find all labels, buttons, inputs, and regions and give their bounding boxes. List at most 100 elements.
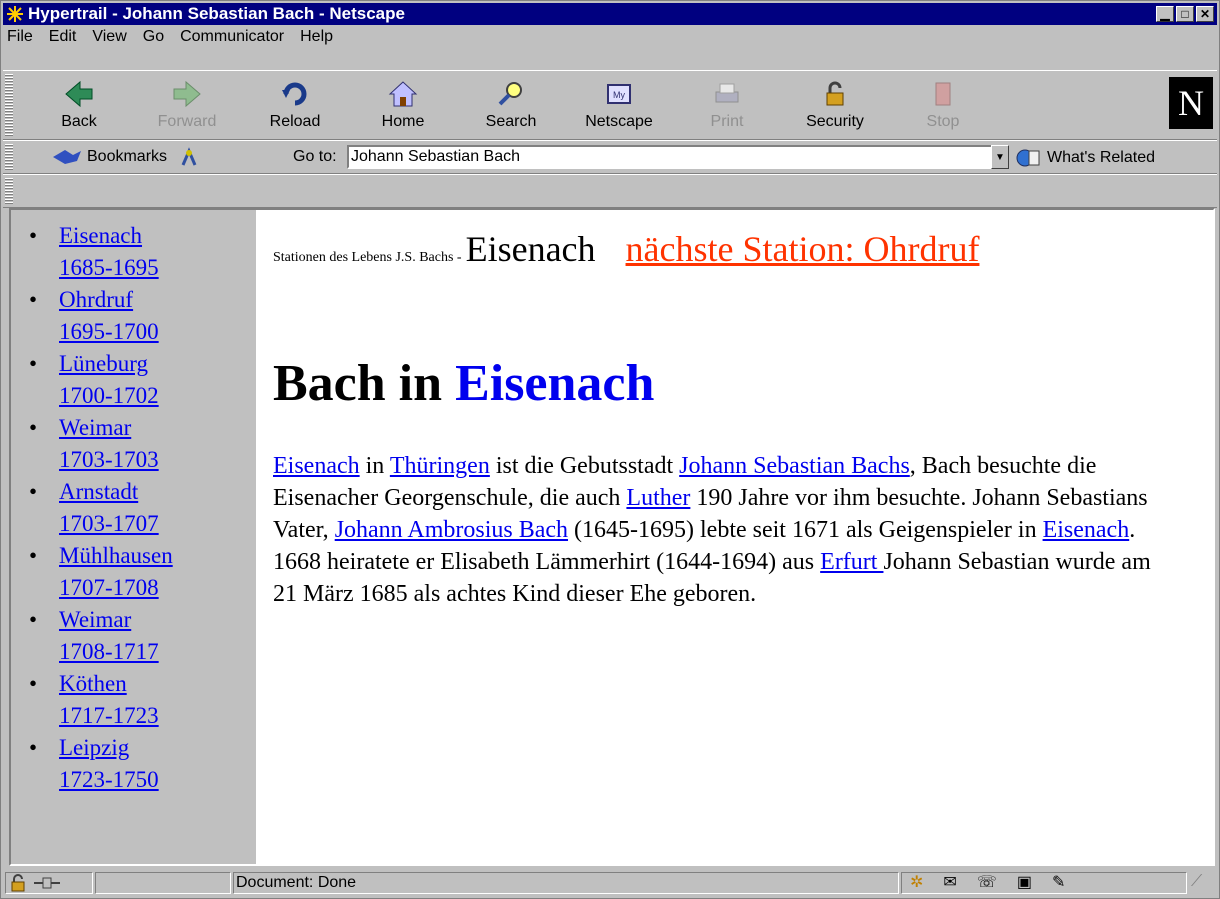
station-link-lueneburg[interactable]: Lüneburg1700-1702 bbox=[29, 348, 173, 412]
status-progress-cell bbox=[95, 872, 231, 894]
title-eisenach-link[interactable]: Eisenach bbox=[455, 355, 654, 412]
toolbar-grip[interactable] bbox=[5, 178, 13, 204]
maximize-button[interactable]: □ bbox=[1176, 6, 1194, 22]
svg-text:My: My bbox=[613, 90, 625, 100]
print-button[interactable]: Print bbox=[673, 75, 781, 139]
title-bar: Hypertrail - Johann Sebastian Bach - Net… bbox=[3, 3, 1217, 25]
status-security-cell bbox=[5, 872, 93, 894]
stop-button[interactable]: Stop bbox=[889, 75, 997, 139]
minimize-button[interactable]: ▁ bbox=[1156, 6, 1174, 22]
eisenach-link[interactable]: Eisenach bbox=[273, 453, 360, 479]
menu-file[interactable]: File bbox=[3, 28, 41, 46]
menu-help[interactable]: Help bbox=[292, 28, 341, 46]
back-button[interactable]: Back bbox=[25, 75, 133, 139]
bookmarks-icon bbox=[53, 150, 81, 164]
station-link-ohrdruf[interactable]: Ohrdruf1695-1700 bbox=[29, 284, 173, 348]
whats-related-button[interactable]: What's Related bbox=[1015, 148, 1155, 168]
title-prefix: Bach in bbox=[273, 355, 443, 412]
menu-view[interactable]: View bbox=[84, 28, 134, 46]
netscape-button[interactable]: My Netscape bbox=[565, 75, 673, 139]
minimize-icon: ▁ bbox=[1160, 7, 1170, 21]
biography-paragraph: Eisenach in Thüringen ist die Gebutsstad… bbox=[273, 453, 1151, 607]
eisenach-link-2[interactable]: Eisenach bbox=[1043, 517, 1130, 543]
luther-link[interactable]: Luther bbox=[626, 485, 690, 511]
forward-button[interactable]: Forward bbox=[133, 75, 241, 139]
personal-toolbar bbox=[3, 174, 1217, 208]
close-button[interactable]: ✕ bbox=[1196, 6, 1214, 22]
stations-prefix: Stationen des Lebens J.S. Bachs - bbox=[273, 250, 462, 265]
security-button[interactable]: Security bbox=[781, 75, 889, 139]
toolbar-grip[interactable] bbox=[5, 74, 13, 136]
menu-communicator[interactable]: Communicator bbox=[172, 28, 292, 46]
address-book-icon[interactable]: ▣ bbox=[1017, 873, 1032, 893]
page-proxy-icon[interactable] bbox=[177, 147, 201, 167]
newsgroups-icon[interactable]: ☏ bbox=[977, 873, 997, 893]
print-icon bbox=[711, 79, 743, 109]
erfurt-link[interactable]: Erfurt bbox=[820, 549, 883, 575]
stop-icon bbox=[927, 79, 959, 109]
reload-label: Reload bbox=[269, 113, 321, 130]
window-title: Hypertrail - Johann Sebastian Bach - Net… bbox=[28, 4, 405, 23]
menu-bar: File Edit View Go Communicator Help bbox=[3, 26, 341, 48]
johann-ambrosius-link[interactable]: Johann Ambrosius Bach bbox=[335, 517, 568, 543]
station-link-weimar-1[interactable]: Weimar1703-1703 bbox=[29, 412, 173, 476]
search-label: Search bbox=[485, 113, 537, 130]
station-link-arnstadt[interactable]: Arnstadt1703-1707 bbox=[29, 476, 173, 540]
stations-sidebar-frame: Eisenach1685-1695 Ohrdruf1695-1700 Lüneb… bbox=[11, 210, 256, 864]
menu-go[interactable]: Go bbox=[135, 28, 172, 46]
forward-label: Forward bbox=[157, 113, 217, 130]
stations-list: Eisenach1685-1695 Ohrdruf1695-1700 Lüneb… bbox=[29, 220, 173, 796]
search-button[interactable]: Search bbox=[457, 75, 565, 139]
navigator-icon[interactable]: ✲ bbox=[910, 873, 923, 893]
whats-related-label: What's Related bbox=[1047, 149, 1155, 166]
bookmarks-button[interactable]: Bookmarks bbox=[51, 147, 201, 167]
close-icon: ✕ bbox=[1199, 7, 1211, 21]
menu-edit[interactable]: Edit bbox=[41, 28, 85, 46]
toolbar-grip[interactable] bbox=[5, 144, 13, 170]
back-label: Back bbox=[61, 113, 97, 130]
station-header: Stationen des Lebens J.S. Bachs - Eisena… bbox=[273, 228, 979, 270]
status-text: Document: Done bbox=[233, 872, 899, 894]
current-station: Eisenach bbox=[465, 229, 596, 269]
goto-label: Go to: bbox=[293, 148, 337, 165]
station-link-leipzig[interactable]: Leipzig1723-1750 bbox=[29, 732, 173, 796]
component-bar: ✲ ✉ ☏ ▣ ✎ bbox=[901, 872, 1187, 894]
forward-arrow-icon bbox=[171, 79, 203, 109]
security-label: Security bbox=[806, 113, 864, 130]
station-link-muehlhausen[interactable]: Mühlhausen1707-1708 bbox=[29, 540, 173, 604]
thueringen-link[interactable]: Thüringen bbox=[390, 453, 490, 479]
navigation-toolbar: Back Forward Reload Home Search My Netsc… bbox=[3, 70, 1217, 140]
chevron-down-icon: ▼ bbox=[995, 151, 1005, 163]
page-title: Bach in Eisenach bbox=[273, 354, 654, 413]
print-label: Print bbox=[710, 113, 744, 130]
maximize-icon: □ bbox=[1181, 7, 1189, 21]
station-link-weimar-2[interactable]: Weimar1708-1717 bbox=[29, 604, 173, 668]
composer-icon[interactable]: ✎ bbox=[1052, 873, 1065, 893]
page-viewport: Eisenach1685-1695 Ohrdruf1695-1700 Lüneb… bbox=[9, 208, 1215, 866]
connection-plug-icon bbox=[34, 877, 61, 889]
jsb-link[interactable]: Johann Sebastian Bachs bbox=[679, 453, 910, 479]
location-field[interactable]: Johann Sebastian Bach bbox=[347, 145, 993, 169]
home-button[interactable]: Home bbox=[349, 75, 457, 139]
search-icon bbox=[495, 79, 527, 109]
bookmarks-label: Bookmarks bbox=[87, 148, 168, 165]
home-label: Home bbox=[381, 113, 425, 130]
stop-label: Stop bbox=[926, 113, 960, 130]
resize-grip-icon[interactable]: ⟋ bbox=[1189, 872, 1215, 894]
netscape-logo[interactable]: N bbox=[1169, 77, 1213, 129]
netscape-app-icon bbox=[6, 5, 24, 23]
location-dropdown[interactable]: ▼ bbox=[991, 145, 1009, 169]
back-arrow-icon bbox=[63, 79, 95, 109]
reload-button[interactable]: Reload bbox=[241, 75, 349, 139]
next-station-link[interactable]: nächste Station: Ohrdruf bbox=[626, 229, 980, 269]
home-icon bbox=[387, 79, 419, 109]
browser-window: Hypertrail - Johann Sebastian Bach - Net… bbox=[0, 0, 1220, 899]
location-toolbar: Bookmarks Go to: Johann Sebastian Bach ▼… bbox=[3, 140, 1217, 174]
security-lock-icon[interactable] bbox=[8, 873, 28, 892]
station-link-eisenach[interactable]: Eisenach1685-1695 bbox=[29, 220, 173, 284]
my-netscape-icon: My bbox=[603, 79, 635, 109]
station-link-koethen[interactable]: Köthen1717-1723 bbox=[29, 668, 173, 732]
reload-icon bbox=[279, 79, 311, 109]
whats-related-icon bbox=[1016, 149, 1040, 167]
mail-icon[interactable]: ✉ bbox=[943, 873, 956, 893]
